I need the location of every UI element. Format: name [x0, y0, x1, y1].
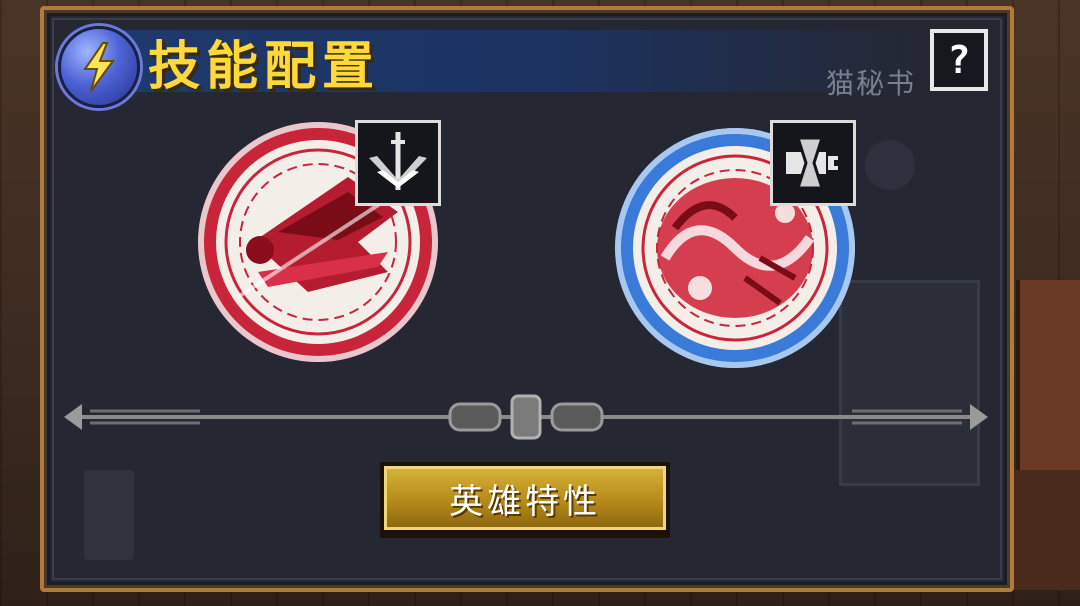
- hero-traits-button[interactable]: 英雄特性: [380, 462, 670, 534]
- lightning-orb-icon: [58, 26, 140, 108]
- background-lamp: [865, 140, 915, 190]
- hourglass-cannon-icon[interactable]: [770, 120, 856, 206]
- background-door: [1016, 280, 1080, 480]
- npc-name-label: 猫秘书: [826, 67, 917, 100]
- ornamental-divider: [64, 394, 988, 440]
- help-button[interactable]: ?: [930, 29, 988, 91]
- page-title: 技能配置: [148, 37, 381, 97]
- background-pillar: [84, 470, 134, 560]
- sword-fan-icon[interactable]: [355, 120, 441, 206]
- background-cabinet: [839, 280, 980, 486]
